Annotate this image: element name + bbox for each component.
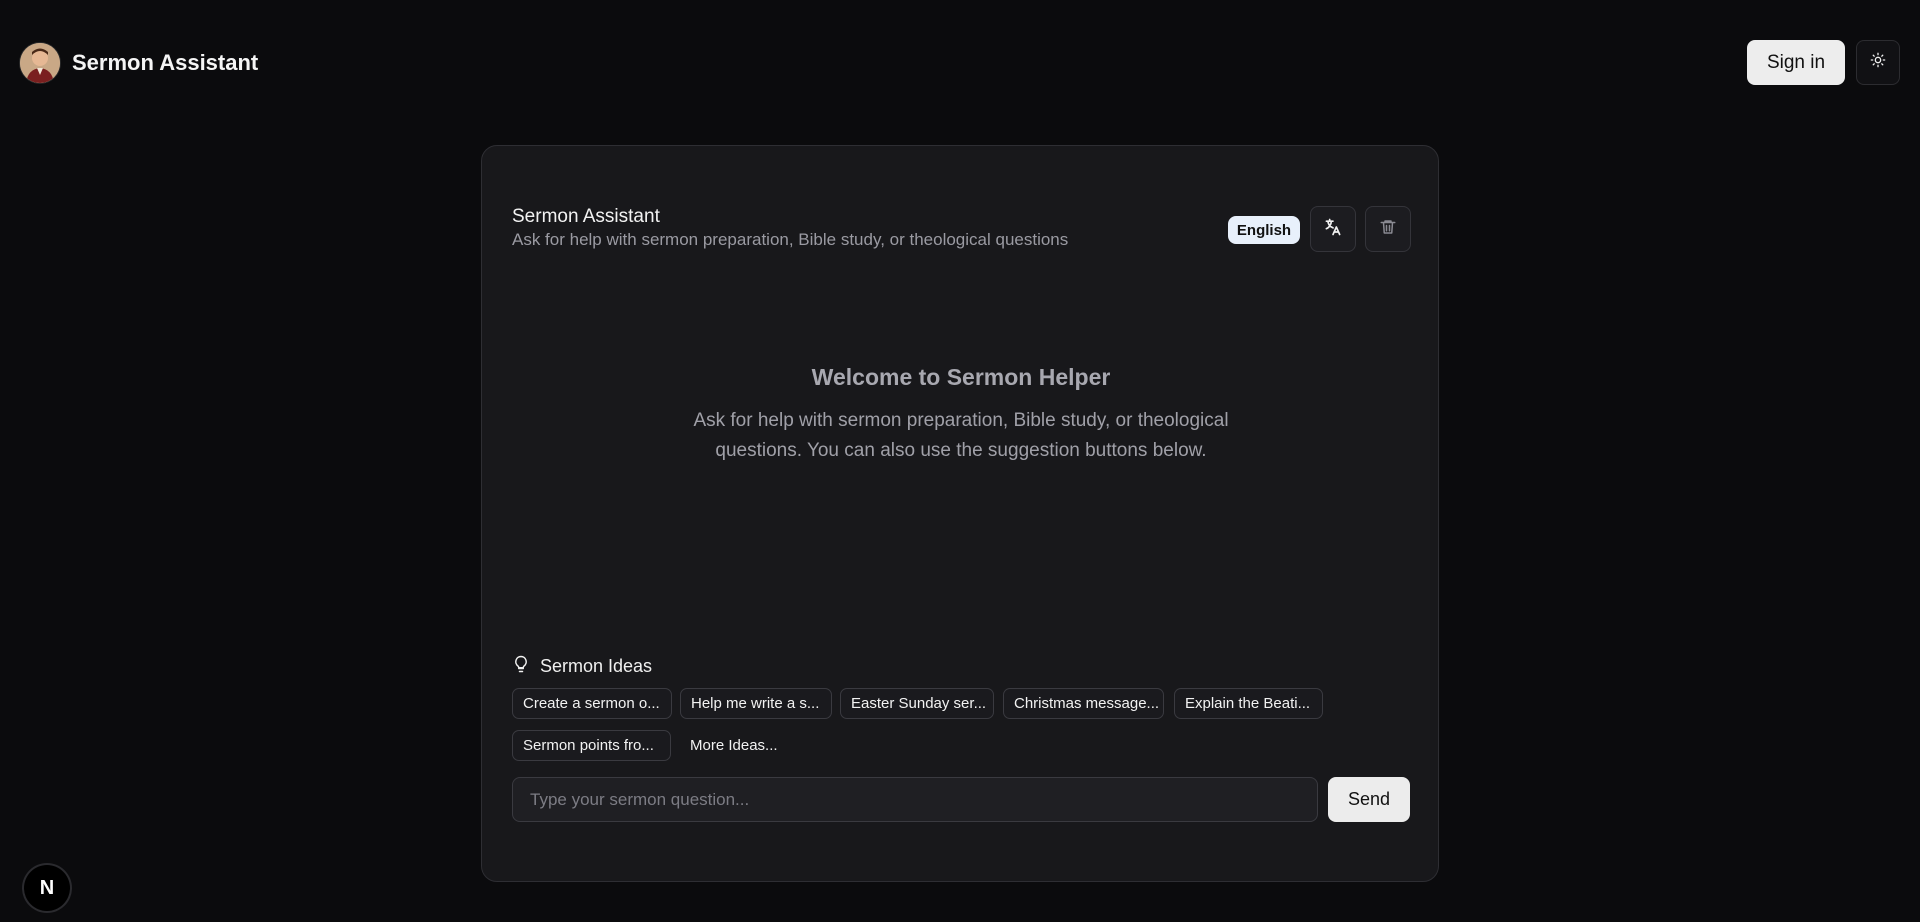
sermon-question-field[interactable] xyxy=(512,777,1318,822)
suggestion-chip[interactable]: Sermon points fro... xyxy=(512,730,671,761)
avatar xyxy=(20,43,60,83)
clear-chat-button[interactable] xyxy=(1365,206,1411,252)
suggestion-chip[interactable]: Christmas message... xyxy=(1003,688,1164,719)
sign-in-button[interactable]: Sign in xyxy=(1747,40,1845,85)
app-title: Sermon Assistant xyxy=(72,50,259,75)
suggestion-chip[interactable]: Help me write a s... xyxy=(680,688,832,719)
sermon-question-input[interactable] xyxy=(528,788,1317,811)
translate-button[interactable] xyxy=(1310,206,1356,252)
sermon-ideas-header: Sermon Ideas xyxy=(512,654,652,679)
sun-icon xyxy=(1870,52,1886,73)
send-button[interactable]: Send xyxy=(1328,777,1410,822)
brand[interactable]: Sermon Assistant xyxy=(20,43,258,83)
lightbulb-icon xyxy=(512,654,530,679)
top-bar: Sermon Assistant Sign in xyxy=(0,0,1920,128)
suggestion-chip[interactable]: Create a sermon o... xyxy=(512,688,672,719)
more-ideas-button[interactable]: More Ideas... xyxy=(680,730,788,761)
translate-icon xyxy=(1323,217,1343,242)
trash-icon xyxy=(1379,218,1397,241)
welcome-text: Ask for help with sermon preparation, Bi… xyxy=(693,410,1229,461)
chat-card: Sermon Assistant Ask for help with sermo… xyxy=(481,145,1439,882)
suggestion-chip[interactable]: Explain the Beati... xyxy=(1174,688,1323,719)
welcome-title: Welcome to Sermon Helper xyxy=(811,364,1111,390)
suggestion-chip[interactable]: Easter Sunday ser... xyxy=(840,688,994,719)
theme-toggle-button[interactable] xyxy=(1856,40,1900,85)
card-title: Sermon Assistant xyxy=(512,206,660,227)
card-subtitle: Ask for help with sermon preparation, Bi… xyxy=(512,230,1069,249)
next-dev-badge[interactable]: N xyxy=(24,865,70,911)
language-badge[interactable]: English xyxy=(1228,216,1300,244)
sermon-ideas-title: Sermon Ideas xyxy=(540,656,653,676)
